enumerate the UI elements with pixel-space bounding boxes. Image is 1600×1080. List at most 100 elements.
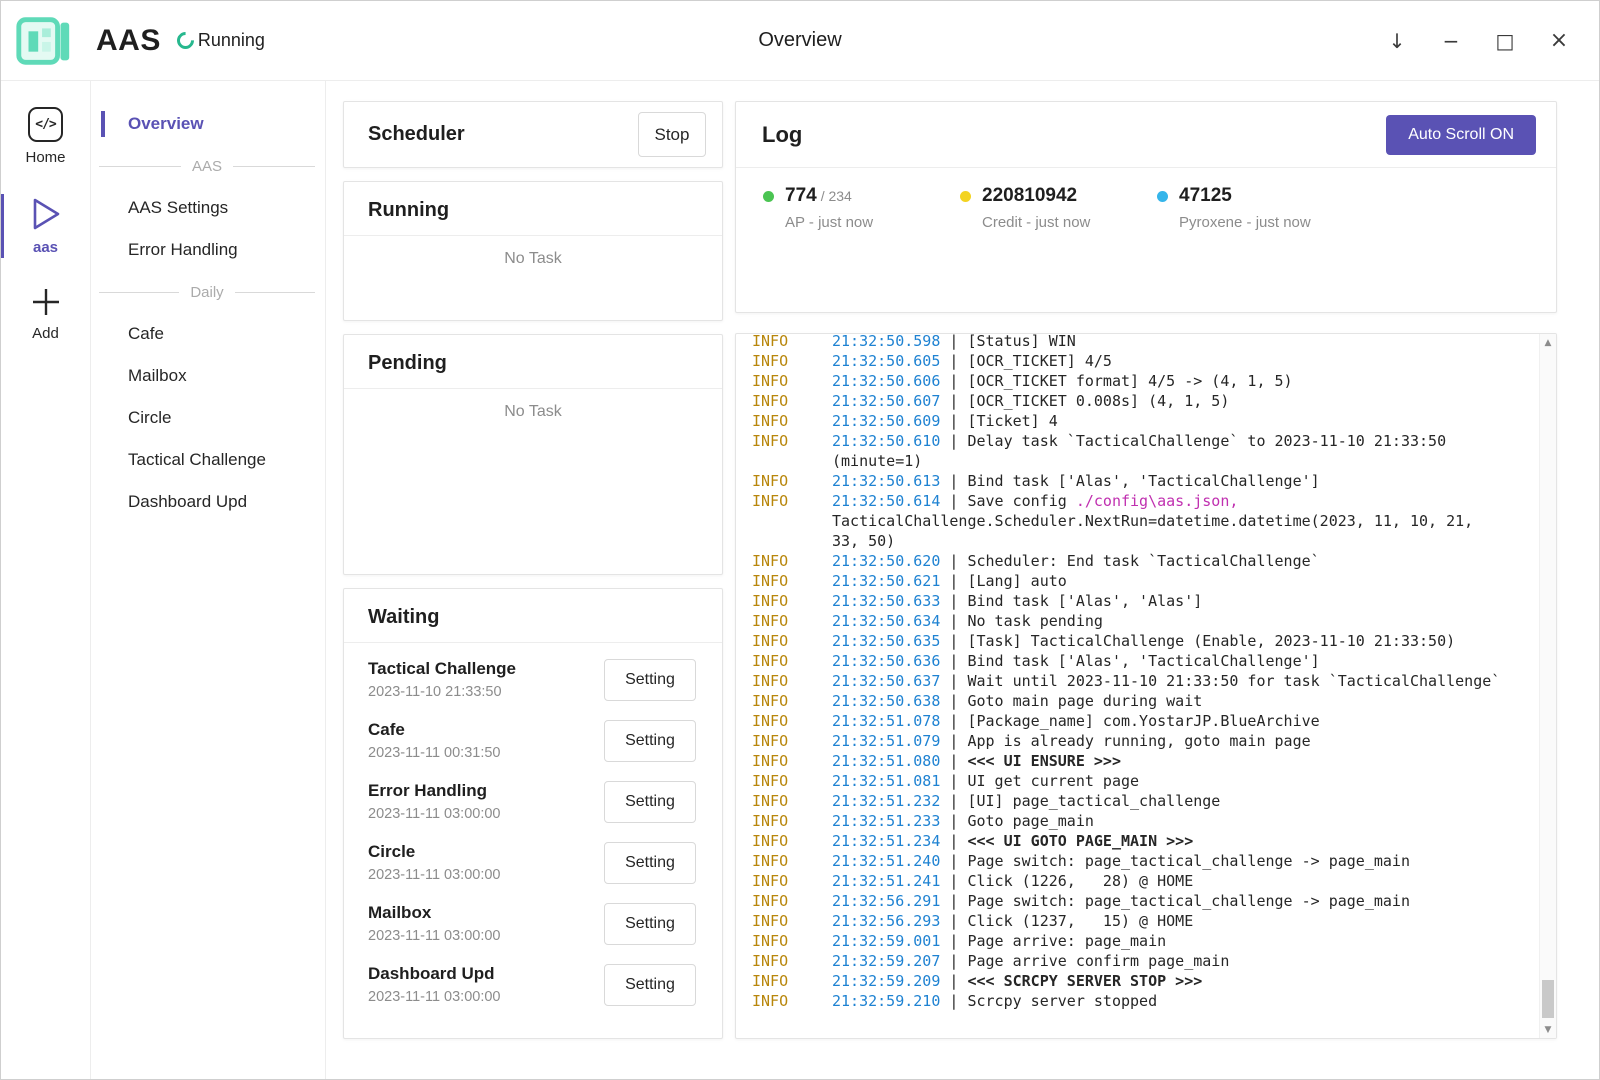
log-line: INFO21:32:50.621 | [Lang] auto: [752, 571, 1536, 591]
nav-item-label: Error Handling: [128, 240, 238, 260]
waiting-task-tactical-challenge: Tactical Challenge 2023-11-10 21:33:50 S…: [344, 649, 722, 710]
log-header-card: Log Auto Scroll ON 774 / 234 AP - just n…: [735, 101, 1557, 313]
plus-icon: [30, 286, 62, 318]
activity-item-home[interactable]: </> Home: [1, 105, 90, 168]
window-controls: ↓ − □ ×: [1377, 21, 1599, 61]
task-next-run-time: 2023-11-11 03:00:00: [368, 928, 501, 944]
setting-button-error-handling[interactable]: Setting: [604, 781, 696, 823]
play-icon: [30, 196, 62, 232]
log-line: INFO21:32:56.291 | Page switch: page_tac…: [752, 891, 1536, 911]
scheduler-card: Scheduler Stop: [343, 101, 723, 168]
stat-ap-just-now: 774 / 234 AP - just now: [763, 185, 960, 231]
separator-line: [233, 166, 315, 167]
log-line: INFO21:32:50.614 | Save config ./config\…: [752, 491, 1536, 551]
stop-button[interactable]: Stop: [638, 112, 706, 157]
nav-item-label: Dashboard Upd: [128, 492, 247, 512]
log-line: INFO21:32:50.609 | [Ticket] 4: [752, 411, 1536, 431]
task-name: Tactical Challenge: [368, 659, 516, 679]
log-line: INFO21:32:51.233 | Goto page_main: [752, 811, 1536, 831]
stat-value: 220810942: [982, 185, 1077, 207]
nav-group-separator-aas: AAS: [91, 145, 325, 187]
running-card: Running No Task: [343, 181, 723, 321]
activity-item-add[interactable]: Add: [1, 284, 90, 344]
setting-button-tactical-challenge[interactable]: Setting: [604, 659, 696, 701]
activity-item-label: Add: [32, 325, 59, 342]
nav-item-dashboard-upd[interactable]: Dashboard Upd: [91, 481, 325, 523]
task-name: Error Handling: [368, 781, 501, 801]
app-name: AAS: [96, 24, 161, 58]
waiting-task-dashboard-upd: Dashboard Upd 2023-11-11 03:00:00 Settin…: [344, 954, 722, 1015]
task-next-run-time: 2023-11-11 03:00:00: [368, 989, 501, 1005]
main-content: Scheduler Stop Running No Task Pending N…: [326, 81, 1599, 1079]
log-line: INFO21:32:56.293 | Click (1237, 15) @ HO…: [752, 911, 1536, 931]
scroll-up-icon[interactable]: ▲: [1540, 334, 1556, 351]
setting-button-cafe[interactable]: Setting: [604, 720, 696, 762]
task-next-run-time: 2023-11-11 03:00:00: [368, 867, 501, 883]
log-line: INFO21:32:50.633 | Bind task ['Alas', 'A…: [752, 591, 1536, 611]
stat-credit-just-now: 220810942 Credit - just now: [960, 185, 1157, 231]
stat-label: AP - just now: [763, 214, 960, 231]
log-line: INFO21:32:59.001 | Page arrive: page_mai…: [752, 931, 1536, 951]
scrollbar-thumb[interactable]: [1542, 980, 1554, 1018]
separator-line: [99, 166, 181, 167]
maximize-icon[interactable]: □: [1485, 21, 1525, 61]
titlebar-left: AAS Running: [1, 10, 265, 72]
separator-line: [235, 292, 315, 293]
task-next-run-time: 2023-11-11 03:00:00: [368, 806, 501, 822]
log-title: Log: [762, 122, 802, 148]
stat-label: Credit - just now: [960, 214, 1157, 231]
pending-title: Pending: [368, 352, 447, 375]
log-line: INFO21:32:50.606 | [OCR_TICKET format] 4…: [752, 371, 1536, 391]
setting-button-mailbox[interactable]: Setting: [604, 903, 696, 945]
task-info: Circle 2023-11-11 03:00:00: [368, 842, 501, 883]
stat-extra-value: / 234: [821, 188, 852, 204]
scroll-down-icon[interactable]: ▼: [1540, 1021, 1556, 1038]
log-scrollbar[interactable]: ▲ ▼: [1539, 334, 1556, 1038]
nav-item-aas-settings[interactable]: AAS Settings: [91, 187, 325, 229]
nav-item-tactical-challenge[interactable]: Tactical Challenge: [91, 439, 325, 481]
scheduler-column: Scheduler Stop Running No Task Pending N…: [343, 101, 723, 1039]
close-icon[interactable]: ×: [1539, 21, 1579, 61]
scheduler-title: Scheduler: [368, 123, 465, 146]
log-line: INFO21:32:50.607 | [OCR_TICKET 0.008s] (…: [752, 391, 1536, 411]
log-line: INFO21:32:51.240 | Page switch: page_tac…: [752, 851, 1536, 871]
log-line: INFO21:32:51.232 | [UI] page_tactical_ch…: [752, 791, 1536, 811]
update-arrow-icon[interactable]: ↓: [1377, 21, 1417, 61]
nav-item-mailbox[interactable]: Mailbox: [91, 355, 325, 397]
waiting-task-circle: Circle 2023-11-11 03:00:00 Setting: [344, 832, 722, 893]
setting-button-circle[interactable]: Setting: [604, 842, 696, 884]
log-line: INFO21:32:50.636 | Bind task ['Alas', 'T…: [752, 651, 1536, 671]
nav-item-circle[interactable]: Circle: [91, 397, 325, 439]
minimize-icon[interactable]: −: [1431, 21, 1471, 61]
stat-pyroxene-just-now: 47125 Pyroxene - just now: [1157, 185, 1354, 231]
setting-button-dashboard-upd[interactable]: Setting: [604, 964, 696, 1006]
activity-item-aas[interactable]: aas: [1, 194, 90, 258]
log-line: INFO21:32:50.637 | Wait until 2023-11-10…: [752, 671, 1536, 691]
nav-item-label: Circle: [128, 408, 171, 428]
log-line: INFO21:32:50.605 | [OCR_TICKET] 4/5: [752, 351, 1536, 371]
task-name: Circle: [368, 842, 501, 862]
waiting-task-mailbox: Mailbox 2023-11-11 03:00:00 Setting: [344, 893, 722, 954]
log-line: INFO21:32:59.210 | Scrcpy server stopped: [752, 991, 1536, 1011]
nav-group-separator-daily: Daily: [91, 271, 325, 313]
task-name: Dashboard Upd: [368, 964, 501, 984]
nav-item-error-handling[interactable]: Error Handling: [91, 229, 325, 271]
running-spinner-icon: [173, 28, 197, 52]
log-line: INFO21:32:51.081 | UI get current page: [752, 771, 1536, 791]
nav-group-label: Daily: [190, 284, 223, 301]
nav-item-overview[interactable]: Overview: [91, 103, 325, 145]
running-empty-text: No Task: [344, 236, 722, 268]
activity-item-label: Home: [25, 149, 65, 166]
nav-item-cafe[interactable]: Cafe: [91, 313, 325, 355]
task-next-run-time: 2023-11-11 00:31:50: [368, 745, 501, 761]
nav-item-label: Tactical Challenge: [128, 450, 266, 470]
stat-value: 47125: [1179, 185, 1232, 207]
task-info: Mailbox 2023-11-11 03:00:00: [368, 903, 501, 944]
nav-item-label: Cafe: [128, 324, 164, 344]
auto-scroll-button[interactable]: Auto Scroll ON: [1386, 115, 1536, 155]
running-status: Running: [198, 30, 265, 51]
task-info: Error Handling 2023-11-11 03:00:00: [368, 781, 501, 822]
app-logo-icon: [13, 10, 75, 72]
log-output-card[interactable]: INFO21:32:50.598 | [Status] WININFO21:32…: [735, 333, 1557, 1039]
activity-bar: </> Home aas Add: [1, 81, 91, 1079]
